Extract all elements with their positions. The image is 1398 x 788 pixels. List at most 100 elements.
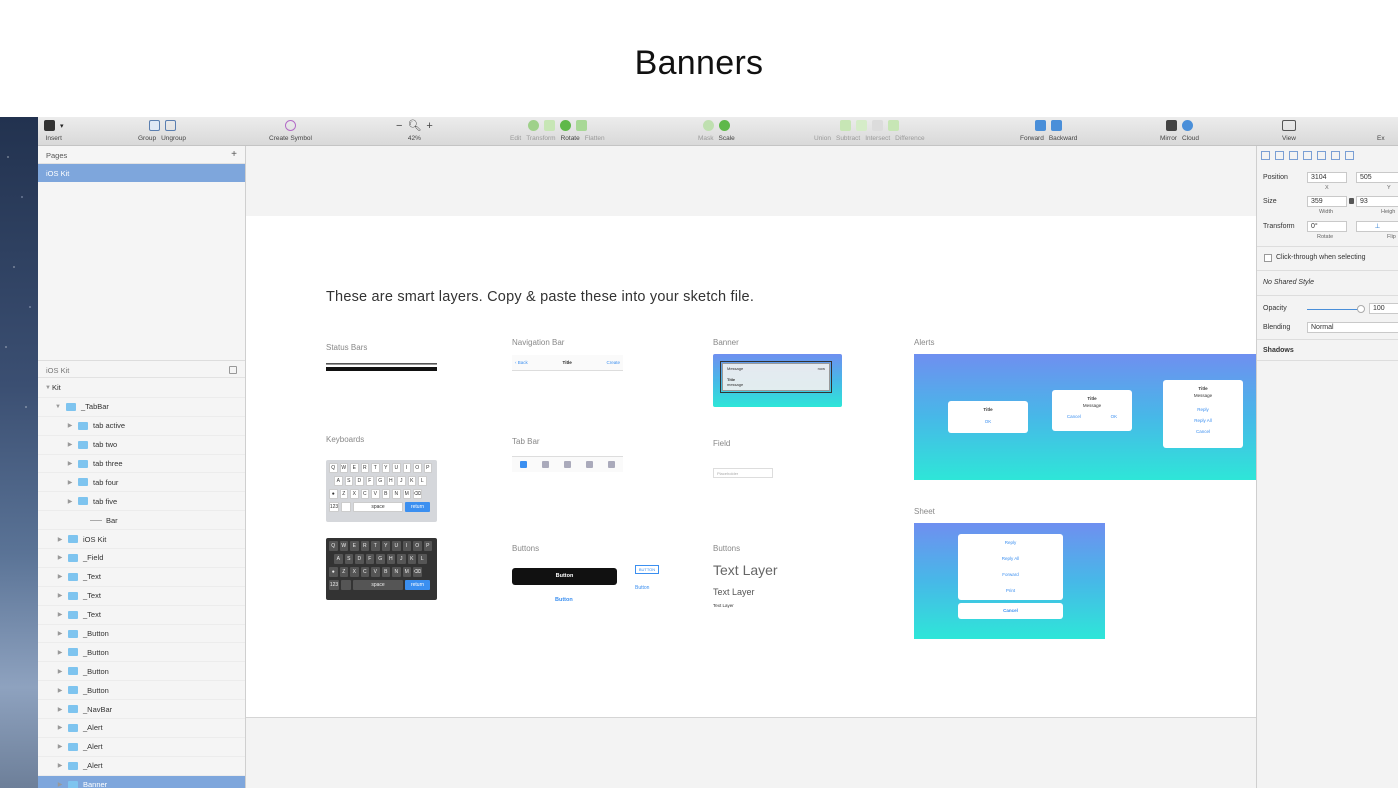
disclosure-closed-icon[interactable]: ▶: [56, 649, 64, 656]
space-key[interactable]: space: [353, 580, 403, 590]
export-button[interactable]: Ex: [1377, 118, 1385, 142]
shift-key[interactable]: ●: [329, 489, 338, 499]
layer-row[interactable]: ▶ _Field: [38, 549, 245, 568]
create-symbol-button[interactable]: Create Symbol: [269, 118, 312, 142]
disclosure-closed-icon[interactable]: ▶: [56, 781, 64, 788]
insert-button[interactable]: ▾ Insert: [44, 118, 64, 142]
disclosure-closed-icon[interactable]: ▶: [56, 611, 64, 618]
layer-row[interactable]: ▶ _Button: [38, 681, 245, 701]
layer-row[interactable]: ▶ tab five: [38, 492, 245, 512]
layer-row[interactable]: ▶ _Button: [38, 643, 245, 663]
sheet-preview[interactable]: Reply Reply All Forward Print Cancel: [914, 523, 1105, 639]
keyboard-key[interactable]: M: [402, 489, 411, 499]
layer-row[interactable]: ▶ _Text: [38, 587, 245, 606]
keyboard-key[interactable]: R: [360, 463, 369, 473]
layer-row[interactable]: ▶ _Text: [38, 568, 245, 587]
keyboard-key[interactable]: Y: [381, 463, 390, 473]
keyboard-key[interactable]: A: [334, 554, 343, 564]
disclosure-closed-icon[interactable]: ▶: [56, 706, 64, 713]
keyboard-key[interactable]: W: [339, 463, 348, 473]
group-ungroup-button[interactable]: Group Ungroup: [138, 118, 186, 142]
keyboard-key[interactable]: I: [402, 463, 411, 473]
keyboard-dark-preview[interactable]: Q W E R T Y U I O P A S D F G H J K L ● Z X C V B N M ⌫ 123 space retu…: [326, 538, 437, 600]
align-icon[interactable]: [1289, 151, 1298, 160]
keyboard-key[interactable]: J: [397, 554, 406, 564]
layer-row[interactable]: ▼ Kit: [38, 379, 245, 398]
click-through-checkbox[interactable]: [1264, 254, 1272, 262]
keyboard-key[interactable]: G: [376, 554, 385, 564]
layer-row[interactable]: ▶ _Text: [38, 606, 245, 625]
keyboard-key[interactable]: X: [350, 567, 359, 577]
keyboard-key[interactable]: F: [365, 476, 374, 486]
blending-select[interactable]: Normal: [1307, 322, 1398, 333]
zoom-out-icon[interactable]: −: [396, 120, 402, 132]
keyboard-key[interactable]: G: [376, 476, 385, 486]
disclosure-closed-icon[interactable]: ▶: [56, 592, 64, 599]
opacity-slider[interactable]: [1307, 309, 1361, 310]
disclosure-closed-icon[interactable]: ▶: [56, 630, 64, 637]
layer-row[interactable]: ▶ _Button: [38, 662, 245, 682]
text-layer-small[interactable]: Text Layer: [713, 603, 734, 608]
keyboard-key[interactable]: C: [360, 489, 369, 499]
space-key[interactable]: space: [353, 502, 403, 512]
keyboard-key[interactable]: D: [355, 554, 364, 564]
disclosure-open-icon[interactable]: ▼: [54, 404, 62, 410]
keyboard-key[interactable]: J: [397, 476, 406, 486]
shift-key[interactable]: ●: [329, 567, 338, 577]
keyboard-key[interactable]: Z: [339, 567, 348, 577]
emoji-key[interactable]: [341, 502, 351, 512]
layer-row[interactable]: Bar: [38, 511, 245, 531]
disclosure-closed-icon[interactable]: ▶: [66, 460, 74, 467]
artboard[interactable]: These are smart layers. Copy & paste the…: [246, 216, 1256, 718]
keyboard-key[interactable]: P: [423, 541, 432, 551]
numbers-key[interactable]: 123: [329, 502, 339, 512]
text-layer-medium[interactable]: Text Layer: [713, 587, 755, 597]
layer-row[interactable]: ▶ _NavBar: [38, 700, 245, 720]
nav-bar-preview[interactable]: ‹ Back Title Create: [512, 355, 623, 371]
keyboard-key[interactable]: V: [371, 489, 380, 499]
disclosure-open-icon[interactable]: ▼: [44, 385, 52, 391]
keyboard-key[interactable]: K: [407, 554, 416, 564]
keyboard-key[interactable]: L: [418, 554, 427, 564]
keyboard-key[interactable]: X: [350, 489, 359, 499]
layer-row[interactable]: ▼ _TabBar: [38, 398, 245, 417]
text-layer-large[interactable]: Text Layer: [713, 562, 778, 578]
x-field[interactable]: 3104: [1307, 172, 1347, 183]
keyboard-key[interactable]: O: [413, 541, 422, 551]
disclosure-closed-icon[interactable]: ▶: [66, 479, 74, 486]
disclosure-closed-icon[interactable]: ▶: [56, 724, 64, 731]
shared-style-select[interactable]: No Shared Style: [1263, 279, 1314, 286]
disclosure-closed-icon[interactable]: ▶: [56, 573, 64, 580]
keyboard-key[interactable]: E: [350, 541, 359, 551]
view-button[interactable]: View: [1282, 118, 1296, 142]
keyboard-key[interactable]: C: [360, 567, 369, 577]
keyboard-key[interactable]: B: [381, 567, 390, 577]
arrange-tools[interactable]: Forward Backward: [1020, 118, 1077, 142]
layer-row[interactable]: ▶ _Alert: [38, 738, 245, 757]
disclosure-closed-icon[interactable]: ▶: [56, 668, 64, 675]
layer-row[interactable]: ▶ iOS Kit: [38, 530, 245, 550]
status-bar-preview[interactable]: [326, 363, 437, 373]
delete-key[interactable]: ⌫: [413, 567, 422, 577]
return-key[interactable]: return: [405, 580, 430, 590]
disclosure-closed-icon[interactable]: ▶: [66, 498, 74, 505]
keyboard-key[interactable]: H: [386, 554, 395, 564]
mask-scale-tools[interactable]: Mask Scale: [698, 118, 735, 142]
keyboard-key[interactable]: W: [339, 541, 348, 551]
keyboard-key[interactable]: K: [407, 476, 416, 486]
layer-row[interactable]: ▶ _Button: [38, 625, 245, 644]
mirror-cloud-tools[interactable]: Mirror Cloud: [1160, 118, 1199, 142]
keyboard-key[interactable]: A: [334, 476, 343, 486]
keyboard-key[interactable]: O: [413, 463, 422, 473]
y-field[interactable]: 505: [1356, 172, 1398, 183]
page-item-ios-kit[interactable]: iOS Kit: [38, 164, 245, 182]
disclosure-closed-icon[interactable]: ▶: [56, 762, 64, 769]
layer-row[interactable]: ▶ tab two: [38, 436, 245, 455]
add-page-button[interactable]: +: [231, 150, 237, 160]
banner-preview[interactable]: Message now Title message: [713, 354, 842, 407]
link-button-preview[interactable]: Button: [555, 597, 573, 603]
keyboard-key[interactable]: U: [392, 463, 401, 473]
link-button-preview-2[interactable]: Button: [635, 585, 649, 591]
layer-row[interactable]: ▶ Banner: [38, 775, 245, 788]
disclosure-closed-icon[interactable]: ▶: [56, 554, 64, 561]
